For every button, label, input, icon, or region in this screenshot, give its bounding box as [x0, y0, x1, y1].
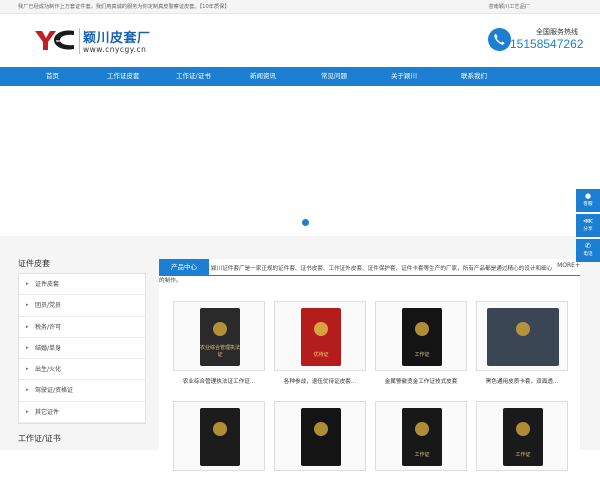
product-image[interactable]: 工作证: [375, 401, 467, 471]
sidebar-item[interactable]: ▸ 其它证件: [19, 402, 145, 424]
product-card[interactable]: 农业综合管理执法证农业综合管理执法证工作证...: [173, 301, 265, 385]
logo-domain: www.cnycgy.cn: [83, 45, 147, 54]
logo-cn-name: 颖川皮套厂: [83, 31, 151, 46]
product-image[interactable]: [476, 301, 568, 371]
nav-news[interactable]: 新闻资讯: [250, 67, 276, 86]
product-card[interactable]: [274, 401, 366, 477]
sidebar-item[interactable]: ▸ 税务/许可: [19, 317, 145, 338]
sidebar-item[interactable]: ▸ 团员/党员: [19, 295, 145, 317]
emblem-icon: [213, 322, 227, 336]
sidebar-item-label: 其它证件: [35, 408, 60, 416]
float-label: 分享: [583, 227, 593, 232]
sidebar-item-label: 出生/火化: [35, 366, 62, 374]
sidebar-item[interactable]: ▸ 结婚/单身: [19, 338, 145, 360]
product-card[interactable]: 工作证: [375, 401, 467, 477]
float-chat-button[interactable]: ● 客服: [576, 189, 600, 212]
top-info-text: 我厂已经成功制作上万套证件套，我们用真诚的服务为你定制真皮警察证皮套。【10年质…: [18, 4, 230, 10]
product-card[interactable]: [173, 401, 265, 477]
product-image[interactable]: 工作证: [375, 301, 467, 371]
sidebar-item[interactable]: ▸ 证件皮套: [19, 274, 145, 296]
float-label: 电话: [583, 252, 593, 257]
product-cover-text: 优待证: [313, 352, 329, 358]
product-cover: 工作证: [503, 408, 543, 466]
chevron-right-icon: ▸: [26, 281, 29, 287]
sidebar-list: ▸ 证件皮套 ▸ 团员/党员 ▸ 税务/许可 ▸ 结婚/单身 ▸ 出生/火化 ▸ 驾驶证/资…: [18, 273, 146, 425]
product-cover-text: 农业综合管理执法证: [200, 345, 241, 358]
product-image[interactable]: 农业综合管理执法证: [173, 301, 265, 371]
nav-id-cover[interactable]: 工作证皮套: [107, 67, 140, 86]
product-card[interactable]: 优待证各种参战，退伍优待证皮套...: [274, 301, 366, 385]
product-cover: 工作证: [402, 308, 442, 366]
top-right-text[interactable]: 苍南颖川工艺品厂: [488, 0, 530, 14]
intro-text: 颖川证件套厂是一家正规的证件套、证书皮套、工作证外皮套、证件保护套、证件卡套等生…: [159, 266, 553, 284]
product-cover-text: 工作证: [414, 352, 430, 358]
nav-home[interactable]: 首页: [46, 67, 59, 86]
sidebar-item-label: 团员/党员: [35, 302, 62, 310]
emblem-icon: [314, 422, 328, 436]
nav-contact[interactable]: 联系我们: [461, 67, 487, 86]
product-caption[interactable]: 黑色通用皮质卡套，双面透...: [476, 377, 568, 385]
share-icon: ⋘: [583, 217, 593, 225]
emblem-icon: [314, 322, 328, 336]
product-card[interactable]: 工作证: [476, 401, 568, 477]
product-caption[interactable]: 农业综合管理执法证工作证...: [173, 377, 265, 385]
product-cover: [200, 408, 240, 466]
more-link[interactable]: MORE+: [557, 262, 580, 269]
emblem-icon: [516, 322, 530, 336]
chevron-right-icon: ▸: [26, 366, 29, 373]
hotline-number[interactable]: 15158547262: [510, 37, 583, 51]
product-image[interactable]: 优待证: [274, 301, 366, 371]
product-cover: 农业综合管理执法证: [200, 308, 240, 366]
nav-about[interactable]: 关于颖川: [391, 67, 417, 86]
chevron-right-icon: ▸: [26, 387, 29, 394]
product-card[interactable]: 工作证金属警徽烫金工作证技式皮套: [375, 301, 467, 385]
product-image[interactable]: 工作证: [476, 401, 568, 471]
product-cover: [301, 408, 341, 466]
sidebar-item-label: 税务/许可: [35, 323, 62, 331]
float-phone-button[interactable]: ✆ 电话: [576, 239, 600, 262]
sidebar-item[interactable]: ▸ 出生/火化: [19, 359, 145, 381]
banner-slider[interactable]: [0, 86, 600, 236]
product-cover: 优待证: [301, 308, 341, 366]
logo-mark: [35, 30, 75, 50]
logo-divider: [79, 28, 80, 54]
sidebar-title: 证件皮套: [18, 259, 50, 268]
sidebar-title-2: 工作证/证书: [18, 434, 61, 443]
main-nav: 首页 工作证皮套 工作证/证书 新闻资讯 常见问题 关于颖川 联系我们: [0, 67, 600, 86]
product-card[interactable]: 黑色通用皮质卡套，双面透...: [476, 301, 568, 385]
product-image[interactable]: [173, 401, 265, 471]
emblem-icon: [516, 422, 530, 436]
float-label: 客服: [583, 202, 593, 207]
product-image[interactable]: [274, 401, 366, 471]
chevron-right-icon: ▸: [26, 408, 29, 415]
emblem-icon: [415, 422, 429, 436]
emblem-icon: [213, 422, 227, 436]
phone-icon: [488, 28, 511, 51]
top-info-bar: 我厂已经成功制作上万套证件套，我们用真诚的服务为你定制真皮警察证皮套。【10年质…: [0, 0, 600, 14]
product-caption[interactable]: 各种参战，退伍优待证皮套...: [274, 377, 366, 385]
nav-id-cert[interactable]: 工作证/证书: [176, 67, 211, 86]
sidebar-item-label: 驾驶证/资格证: [35, 387, 74, 395]
hotline: 全国服务热线 15158547262: [488, 27, 588, 55]
site-logo[interactable]: 颖川皮套厂 www.cnycgy.cn: [34, 26, 164, 56]
slider-dot[interactable]: [302, 219, 309, 226]
chevron-right-icon: ▸: [26, 302, 29, 309]
phone-icon: ✆: [585, 242, 591, 250]
emblem-icon: [415, 322, 429, 336]
product-caption[interactable]: 金属警徽烫金工作证技式皮套: [375, 377, 467, 385]
chevron-right-icon: ▸: [26, 344, 29, 351]
nav-faq[interactable]: 常见问题: [321, 67, 347, 86]
product-cover-text: 工作证: [515, 452, 531, 458]
product-cover-text: 工作证: [414, 452, 430, 458]
sidebar-item-label: 结婚/单身: [35, 344, 62, 352]
chevron-right-icon: ▸: [26, 323, 29, 330]
sidebar-item[interactable]: ▸ 驾驶证/资格证: [19, 380, 145, 402]
sidebar-item-label: 证件皮套: [35, 281, 60, 288]
chat-icon: ●: [584, 192, 592, 200]
product-cover: [487, 308, 559, 366]
float-share-button[interactable]: ⋘ 分享: [576, 214, 600, 237]
product-cover: 工作证: [402, 408, 442, 466]
hotline-label: 全国服务热线: [536, 28, 578, 36]
